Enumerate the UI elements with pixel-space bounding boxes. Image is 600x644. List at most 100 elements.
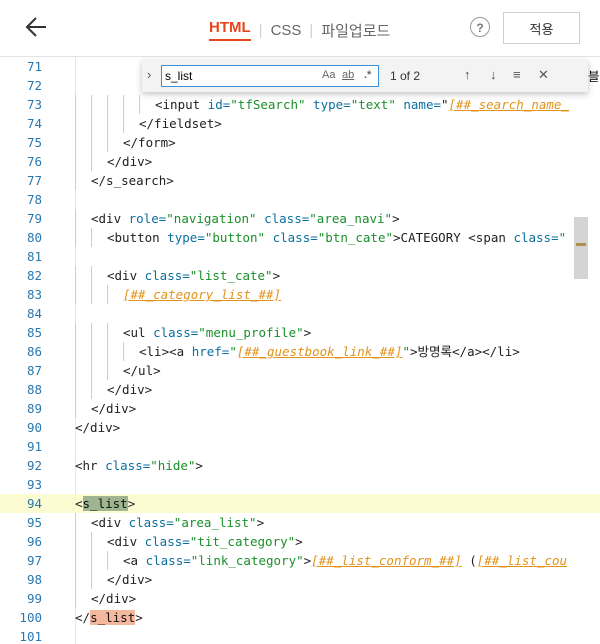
code-text: </s_list> (75, 610, 143, 625)
code-line[interactable]: 87 </ul> (0, 361, 600, 380)
line-number: 83 (26, 287, 42, 302)
line-number: 97 (26, 553, 42, 568)
code-line[interactable]: 80 <button type="button" class="btn_cate"… (0, 228, 600, 247)
code-line[interactable]: 92 <hr class="hide"> (0, 456, 600, 475)
line-number: 95 (26, 515, 42, 530)
code-text: <input id="tfSearch" type="text" name="[… (75, 95, 569, 114)
code-text: </ul> (75, 361, 161, 380)
code-line[interactable]: 90 </div> (0, 418, 600, 437)
code-line[interactable]: 78 (0, 190, 600, 209)
code-line[interactable]: 88 </div> (0, 380, 600, 399)
line-number: 87 (26, 363, 42, 378)
line-number: 88 (26, 382, 42, 397)
code-line[interactable]: 75 </form> (0, 133, 600, 152)
code-text: <div class="tit_category"> (75, 532, 303, 551)
close-find-icon[interactable]: ✕ (538, 67, 549, 83)
find-in-selection-icon[interactable]: ≡ (513, 67, 521, 82)
code-text: <li><a href="[##_guestbook_link_##]">방명록… (75, 342, 520, 361)
code-text: <s_list> (75, 496, 136, 511)
line-number: 84 (26, 306, 42, 321)
scrollbar-thumb[interactable] (574, 217, 588, 279)
code-line[interactable]: 77 </s_search> (0, 171, 600, 190)
code-line[interactable]: 83 [##_category_list_##] (0, 285, 600, 304)
help-icon[interactable]: ? (470, 17, 490, 37)
code-text: </fieldset> (75, 114, 222, 133)
code-line[interactable]: 85 <ul class="menu_profile"> (0, 323, 600, 342)
previous-match-icon[interactable]: ↑ (464, 67, 471, 82)
editor-tabs: HTML | CSS | 파일업로드 (209, 19, 390, 41)
find-widget: › Aa ab .* 1 of 2 ↑ ↓ ≡ ✕ (142, 60, 588, 92)
line-number: 85 (26, 325, 42, 340)
code-line[interactable]: 82 <div class="list_cate"> (0, 266, 600, 285)
code-text: <a class="link_category">[##_list_confor… (75, 551, 567, 570)
code-text: </div> (75, 152, 152, 171)
code-line[interactable]: 99 </div> (0, 589, 600, 608)
code-line[interactable]: 95 <div class="area_list"> (0, 513, 600, 532)
line-number: 96 (26, 534, 42, 549)
code-line[interactable]: 93 (0, 475, 600, 494)
code-line[interactable]: 96 <div class="tit_category"> (0, 532, 600, 551)
code-text: </div> (75, 570, 152, 589)
code-text: [##_category_list_##] (75, 285, 281, 304)
code-text: <div role="navigation" class="area_navi"… (75, 209, 400, 228)
toggle-replace-icon[interactable]: › (147, 67, 151, 82)
tab-separator: | (309, 21, 314, 39)
code-text: <div class="list_cate"> (75, 266, 280, 285)
line-number: 81 (26, 249, 42, 264)
code-text: </s_search> (75, 171, 174, 190)
code-line[interactable]: 79 <div role="navigation" class="area_nav… (0, 209, 600, 228)
regex-option[interactable]: .* (364, 69, 371, 81)
code-line[interactable]: 94 <s_list> (0, 494, 600, 513)
code-text: <ul class="menu_profile"> (75, 323, 311, 342)
line-number: 76 (26, 154, 42, 169)
back-arrow-icon[interactable] (22, 12, 52, 42)
line-number: 100 (19, 610, 42, 625)
code-text: <button type="button" class="btn_cate">C… (75, 228, 566, 247)
line-number: 74 (26, 116, 42, 131)
code-text: </form> (75, 133, 176, 152)
code-line[interactable]: 89 </div> (0, 399, 600, 418)
tab-separator: | (258, 21, 263, 39)
code-line[interactable]: 84 (0, 304, 600, 323)
code-text: </div> (75, 589, 136, 608)
code-line[interactable]: 97 <a class="link_category">[##_list_conf… (0, 551, 600, 570)
line-number: 80 (26, 230, 42, 245)
line-number: 78 (26, 192, 42, 207)
line-number: 75 (26, 135, 42, 150)
code-text: <hr class="hide"> (75, 458, 203, 473)
code-line[interactable]: 98 </div> (0, 570, 600, 589)
tab-css[interactable]: CSS (271, 22, 302, 39)
line-number: 101 (19, 629, 42, 644)
line-number: 86 (26, 344, 42, 359)
line-number: 92 (26, 458, 42, 473)
scrollbar-marker (576, 243, 586, 246)
next-match-icon[interactable]: ↓ (490, 67, 497, 82)
line-number: 94 (26, 496, 42, 511)
line-number: 79 (26, 211, 42, 226)
line-number: 91 (26, 439, 42, 454)
code-line[interactable]: 76 </div> (0, 152, 600, 171)
code-line[interactable]: 74 </fieldset> (0, 114, 600, 133)
match-case-option[interactable]: Aa (322, 69, 335, 81)
line-number: 99 (26, 591, 42, 606)
line-number: 77 (26, 173, 42, 188)
line-number: 93 (26, 477, 42, 492)
line-number: 72 (26, 78, 42, 93)
code-editor[interactable]: 71 72 73 <input id="tfSearch" type="text" n… (0, 57, 600, 644)
code-line[interactable]: 91 (0, 437, 600, 456)
line-number: 73 (26, 97, 42, 112)
apply-button[interactable]: 적용 (503, 12, 580, 44)
code-line[interactable]: 86 <li><a href="[##_guestbook_link_##]">방… (0, 342, 600, 361)
code-line[interactable]: 101 (0, 627, 600, 644)
tab-html[interactable]: HTML (209, 19, 251, 41)
match-count: 1 of 2 (390, 69, 421, 83)
line-number: 89 (26, 401, 42, 416)
code-line[interactable]: 100 </s_list> (0, 608, 600, 627)
editor-header: HTML | CSS | 파일업로드 ? 적용 (0, 0, 600, 57)
whole-word-option[interactable]: ab (342, 69, 354, 81)
line-number: 71 (26, 59, 42, 74)
line-number: 82 (26, 268, 42, 283)
code-line[interactable]: 81 (0, 247, 600, 266)
code-line[interactable]: 73 <input id="tfSearch" type="text" name=… (0, 95, 600, 114)
tab-file-upload[interactable]: 파일업로드 (321, 20, 390, 41)
